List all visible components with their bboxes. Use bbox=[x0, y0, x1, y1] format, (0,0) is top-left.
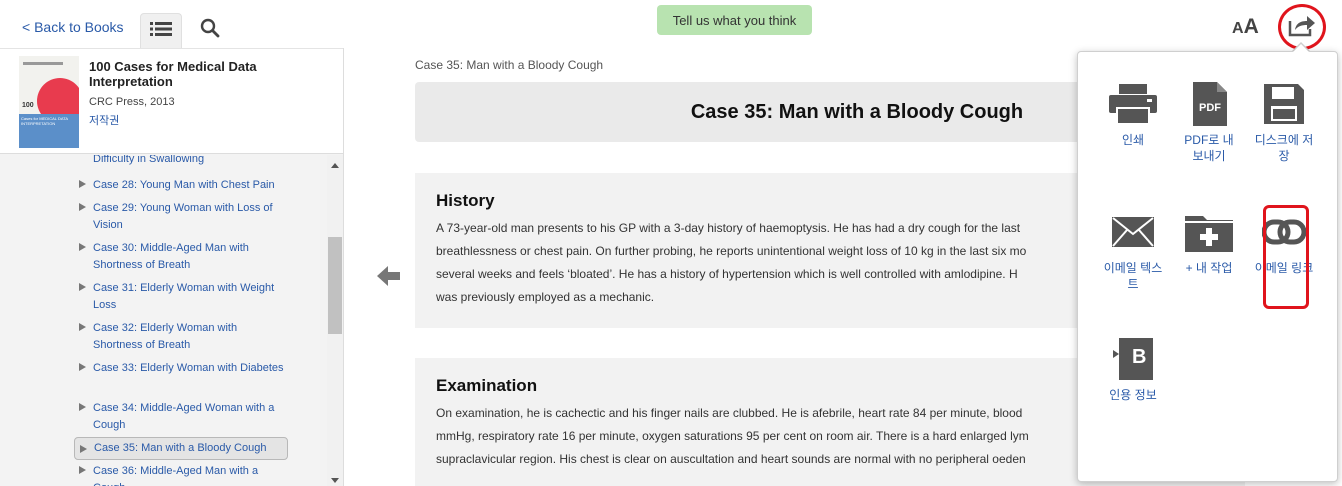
toc-item[interactable]: Case 32: Elderly Woman with Shortness of… bbox=[74, 320, 288, 354]
printer-icon bbox=[1109, 82, 1157, 126]
save-to-disk-label: 디스크에 저장 bbox=[1254, 133, 1314, 163]
citation-label: 인용 정보 bbox=[1109, 388, 1157, 402]
sidebar: 100 Cases for MEDICAL DATA INTERPRETATIO… bbox=[0, 48, 344, 486]
pdf-export-label: PDF로 내보내기 bbox=[1184, 133, 1234, 163]
expand-arrow-icon[interactable] bbox=[79, 243, 86, 251]
email-link-label: 이메일 링크 bbox=[1254, 261, 1314, 275]
share-icon bbox=[1288, 13, 1316, 42]
toc-item-label: Case 36: Middle-Aged Man with a Cough bbox=[93, 465, 259, 486]
email-text-label: 이메일 텍스트 bbox=[1103, 261, 1163, 291]
toc-item-label: Case 28: Young Man with Chest Pain bbox=[93, 179, 275, 191]
expand-arrow-icon[interactable] bbox=[79, 323, 86, 331]
toc-item[interactable]: Case 31: Elderly Woman with Weight Loss bbox=[74, 280, 288, 314]
book-title: 100 Cases for Medical Data Interpretatio… bbox=[89, 59, 257, 89]
add-to-my-work-label: + 내 작업 bbox=[1185, 261, 1233, 275]
book-card: 100 Cases for MEDICAL DATA INTERPRETATIO… bbox=[0, 48, 343, 154]
expand-arrow-icon[interactable] bbox=[80, 445, 87, 453]
expand-arrow-icon[interactable] bbox=[79, 466, 86, 474]
expand-arrow-icon[interactable] bbox=[79, 363, 86, 371]
toc-item-cut[interactable]: Difficulty in Swallowing bbox=[93, 155, 204, 166]
cover-top-line bbox=[23, 62, 63, 65]
toc-item[interactable]: Case 36: Middle-Aged Man with a Cough bbox=[74, 463, 288, 486]
chapter-title: Case 35: Man with a Bloody Cough bbox=[690, 100, 1024, 123]
cover-number: 100 bbox=[22, 102, 34, 109]
print-option[interactable]: 인쇄 bbox=[1103, 82, 1163, 148]
share-menu: 인쇄 PDF PDF로 내보내기 디스크에 저장 이메일 텍스트 + 내 작업 … bbox=[1077, 51, 1338, 482]
copyright-link[interactable]: 저작권 bbox=[89, 112, 119, 128]
expand-arrow-icon[interactable] bbox=[79, 403, 86, 411]
folder-plus-icon bbox=[1185, 210, 1233, 254]
toc-item[interactable]: Case 28: Young Man with Chest Pain bbox=[74, 177, 288, 194]
feedback-button[interactable]: Tell us what you think bbox=[657, 5, 812, 35]
list-icon bbox=[150, 21, 172, 42]
toc-item[interactable]: Case 34: Middle-Aged Woman with a Cough bbox=[74, 400, 288, 434]
pdf-file-icon: PDF bbox=[1185, 82, 1233, 126]
search-icon bbox=[200, 18, 220, 43]
share-popup-caret-inner bbox=[1292, 44, 1310, 53]
toc-item-selected[interactable]: Case 35: Man with a Bloody Cough bbox=[74, 437, 288, 460]
expand-arrow-icon[interactable] bbox=[79, 283, 86, 291]
citation-option[interactable]: B 인용 정보 bbox=[1103, 337, 1163, 403]
print-label: 인쇄 bbox=[1121, 133, 1145, 147]
save-to-disk-option[interactable]: 디스크에 저장 bbox=[1254, 82, 1314, 164]
book-cover[interactable]: 100 Cases for MEDICAL DATA INTERPRETATIO… bbox=[19, 56, 79, 148]
toc-item-label: Case 29: Young Woman with Loss of Vision bbox=[93, 202, 273, 231]
email-link-option[interactable]: 이메일 링크 bbox=[1254, 210, 1314, 276]
toc-item-label: Case 31: Elderly Woman with Weight Loss bbox=[93, 282, 275, 311]
pdf-export-option[interactable]: PDF PDF로 내보내기 bbox=[1179, 82, 1239, 164]
scroll-down-icon[interactable] bbox=[331, 478, 339, 483]
scroll-thumb[interactable] bbox=[328, 237, 342, 334]
toc-scrollbar[interactable] bbox=[327, 155, 343, 486]
cover-caption: Cases for MEDICAL DATA INTERPRETATION bbox=[21, 116, 68, 126]
search-button[interactable] bbox=[196, 16, 224, 44]
scroll-up-icon[interactable] bbox=[331, 163, 339, 168]
envelope-icon bbox=[1109, 210, 1157, 254]
table-of-contents-button[interactable] bbox=[140, 13, 182, 48]
book-publisher: CRC Press, 2013 bbox=[89, 96, 175, 108]
toc-item-label: Case 32: Elderly Woman with Shortness of… bbox=[93, 322, 238, 351]
toc-item[interactable]: Case 29: Young Woman with Loss of Vision bbox=[74, 200, 288, 234]
font-size-small-glyph: A bbox=[1232, 20, 1244, 37]
toc-list: Difficulty in Swallowing Case 28: Young … bbox=[0, 155, 326, 486]
toc-item-label: Case 33: Elderly Woman with Diabetes bbox=[93, 362, 284, 374]
toc-item[interactable]: Case 33: Elderly Woman with Diabetes bbox=[74, 360, 288, 377]
toc-item-label: Case 34: Middle-Aged Woman with a Cough bbox=[93, 402, 275, 431]
add-to-my-work-option[interactable]: + 내 작업 bbox=[1179, 210, 1239, 276]
toc-item[interactable]: Case 30: Middle-Aged Man with Shortness … bbox=[74, 240, 288, 274]
back-to-books-link[interactable]: < Back to Books bbox=[22, 19, 124, 35]
expand-arrow-icon[interactable] bbox=[79, 203, 86, 211]
breadcrumb: Case 35: Man with a Bloody Cough bbox=[415, 58, 604, 72]
citation-badge: B bbox=[1132, 346, 1147, 368]
expand-arrow-icon[interactable] bbox=[79, 180, 86, 188]
floppy-disk-icon bbox=[1260, 82, 1308, 126]
pdf-badge: PDF bbox=[1199, 102, 1221, 114]
citation-icon: B bbox=[1109, 337, 1157, 381]
chain-link-icon bbox=[1260, 210, 1308, 254]
toc-item-label: Case 35: Man with a Bloody Cough bbox=[94, 442, 267, 454]
toc-item-label: Case 30: Middle-Aged Man with Shortness … bbox=[93, 242, 249, 271]
email-text-option[interactable]: 이메일 텍스트 bbox=[1103, 210, 1163, 292]
font-size-large-glyph: A bbox=[1243, 15, 1259, 38]
top-bar: < Back to Books Tell us what you think A… bbox=[0, 0, 1342, 50]
font-size-button[interactable]: AA bbox=[1232, 15, 1259, 41]
